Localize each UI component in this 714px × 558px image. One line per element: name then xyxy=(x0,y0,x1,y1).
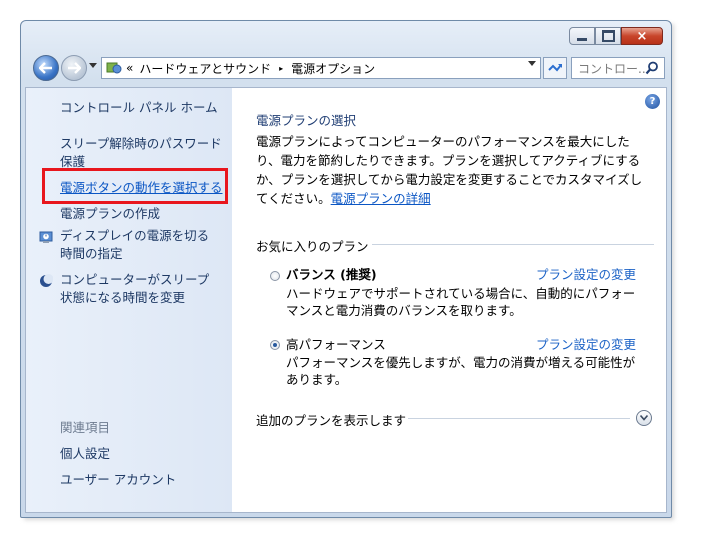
favorites-divider xyxy=(372,244,654,245)
description-text: 電源プランによってコンピューターのパフォーマンスを最大にしたり、電力を節約したり… xyxy=(256,134,643,206)
expand-more-plans-button[interactable] xyxy=(636,410,652,426)
related-personalization-link[interactable]: 個人設定 xyxy=(60,445,110,463)
plan-balanced-name[interactable]: バランス (推奨) xyxy=(286,264,377,283)
control-panel-icon xyxy=(106,62,122,74)
plan-high-performance-description: パフォーマンスを優先しますが、電力の消費が増える可能性があります。 xyxy=(286,355,636,387)
address-bar[interactable]: « ハードウェアとサウンド ▸ 電源オプション xyxy=(101,57,541,79)
sleep-moon-icon xyxy=(40,274,53,287)
sidebar-item-create-plan[interactable]: 電源プランの作成 xyxy=(60,205,160,223)
highlight-box xyxy=(42,168,228,204)
main-pane: ? 電源プランの選択 電源プランによってコンピューターのパフォーマンスを最大にし… xyxy=(232,88,666,512)
task-pane: コントロール パネル ホーム スリープ解除時のパスワード保護 電源ボタンの動作を… xyxy=(26,88,232,512)
maximize-icon xyxy=(601,30,615,42)
page-description: 電源プランによってコンピューターのパフォーマンスを最大にしたり、電力を節約したり… xyxy=(256,132,654,208)
plan-balanced-change-link[interactable]: プラン設定の変更 xyxy=(536,264,636,283)
plan-balanced-description: ハードウェアでサポートされている場合に、自動的にパフォーマンスと電力消費のバラン… xyxy=(286,286,636,318)
search-icon[interactable] xyxy=(645,61,659,75)
minimize-button[interactable] xyxy=(569,27,595,45)
plan-high-performance-name[interactable]: 高パフォーマンス xyxy=(286,334,386,353)
forward-button[interactable] xyxy=(61,55,87,81)
plan-balanced-radio[interactable] xyxy=(270,271,280,281)
chevron-down-icon xyxy=(640,415,648,421)
content-area: コントロール パネル ホーム スリープ解除時のパスワード保護 電源ボタンの動作を… xyxy=(25,87,667,513)
help-icon[interactable]: ? xyxy=(645,94,660,109)
sidebar-item-sleep-time[interactable]: コンピューターがスリープ状態になる時間を変更 xyxy=(60,271,220,307)
favorites-heading: お気に入りのプラン xyxy=(256,239,369,254)
control-panel-window: × « ハードウェアとサウンド ▸ 電源オプション コントロー... コントロー… xyxy=(20,20,672,518)
control-panel-home-link[interactable]: コントロール パネル ホーム xyxy=(60,99,218,117)
breadcrumb-separator[interactable]: ▸ xyxy=(279,64,283,73)
plan-high-performance-change-link[interactable]: プラン設定の変更 xyxy=(536,334,636,353)
refresh-button[interactable] xyxy=(543,57,567,79)
forward-arrow-icon xyxy=(68,62,81,74)
sidebar-item-display-off[interactable]: ディスプレイの電源を切る時間の指定 xyxy=(60,227,220,263)
display-power-icon xyxy=(39,231,53,243)
close-button[interactable]: × xyxy=(621,27,663,45)
related-heading: 関連項目 xyxy=(60,420,111,435)
plan-high-performance-radio[interactable] xyxy=(270,340,280,350)
minimize-icon xyxy=(577,37,587,41)
breadcrumb-hardware-sound[interactable]: ハードウェアとサウンド xyxy=(139,60,271,77)
show-more-plans[interactable]: 追加のプランを表示します xyxy=(256,410,406,429)
more-plans-divider xyxy=(408,418,630,419)
power-plan-details-link[interactable]: 電源プランの詳細 xyxy=(331,191,431,206)
search-box[interactable]: コントロー... xyxy=(571,57,665,79)
maximize-button[interactable] xyxy=(595,27,621,45)
history-dropdown-icon[interactable] xyxy=(89,63,97,69)
back-arrow-icon xyxy=(39,62,52,74)
address-dropdown-icon[interactable] xyxy=(528,61,536,67)
close-icon: × xyxy=(636,28,648,44)
sidebar-item-wake-password[interactable]: スリープ解除時のパスワード保護 xyxy=(60,135,228,171)
back-button[interactable] xyxy=(33,55,59,81)
search-placeholder: コントロー... xyxy=(578,61,650,76)
address-overflow-chevron[interactable]: « xyxy=(126,61,133,75)
caption-buttons: × xyxy=(569,27,663,45)
breadcrumb-power-options[interactable]: 電源オプション xyxy=(291,60,375,77)
navigation-bar: « ハードウェアとサウンド ▸ 電源オプション コントロー... xyxy=(29,55,665,83)
page-title: 電源プランの選択 xyxy=(256,113,357,128)
refresh-icon xyxy=(548,64,562,72)
related-user-accounts-link[interactable]: ユーザー アカウント xyxy=(60,471,176,489)
